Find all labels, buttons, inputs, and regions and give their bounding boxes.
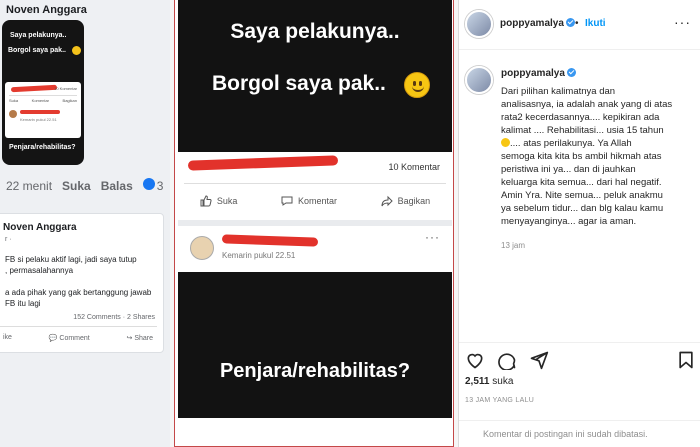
post-counts[interactable]: 152 Comments · 2 Shares (73, 314, 155, 321)
reply-link[interactable]: Balas (101, 179, 133, 193)
story-line1: Saya pelakunya.. (230, 20, 400, 43)
mini-story-line2: Borgol saya pak.. (8, 47, 66, 54)
like-button[interactable]: Suka (200, 195, 237, 207)
mini-post-time: Kemarin pukul 22.51 (20, 117, 57, 122)
mini-story-line3: Penjara/rehabilitas? (9, 144, 76, 151)
instagram-side-panel: poppyamalya • Ikuti ··· poppyamalya Dari… (458, 0, 700, 447)
bookmark-icon[interactable] (676, 350, 696, 370)
post-header: poppyamalya • Ikuti ··· (459, 0, 700, 50)
mini-story-preview: Saya pelakunya.. Borgol saya pak.. 10 Ko… (2, 20, 84, 165)
post-text: FB si pelaku aktif lagi, jadi saya tutup… (5, 255, 152, 308)
story-image-bottom: Penjara/rehabilitas? (178, 272, 452, 418)
caption-avatar[interactable] (465, 66, 493, 94)
redaction-scribble (20, 110, 60, 114)
story-author-name: Noven Anggara (6, 4, 87, 16)
like-button[interactable]: ike (3, 334, 12, 342)
story-image-top: Saya pelakunya.. Borgol saya pak.. (178, 0, 452, 152)
caption-text: Dari pilihan kalimatnya dan analisasnya,… (501, 86, 673, 227)
follow-button[interactable]: Ikuti (585, 18, 606, 29)
verified-badge-icon (566, 68, 576, 77)
username-link[interactable]: poppyamalya (500, 18, 575, 29)
comment-meta: 22 menit Suka Balas 3 (6, 178, 163, 193)
verified-badge-icon (565, 18, 575, 27)
thumbs-up-icon (200, 195, 212, 207)
avatar[interactable] (190, 236, 214, 260)
post-subtitle: r · (5, 236, 12, 243)
story-text: Penjara/rehabilitas? (219, 360, 411, 382)
smile-emoji-icon (72, 46, 81, 55)
mini-story-card: 10 Komentar Suka Komentar Bagikan Kemari… (5, 82, 81, 138)
fb-post-header: 10 Komentar (178, 152, 452, 182)
comment-icon[interactable] (497, 350, 517, 370)
post-time[interactable]: Kemarin pukul 22.51 (222, 251, 295, 260)
post-timestamp: 13 JAM YANG LALU (465, 397, 535, 404)
story-line2: Borgol saya pak.. (212, 72, 386, 95)
like-link[interactable]: Suka (62, 179, 91, 193)
mini-like-label: Suka (9, 98, 19, 103)
like-reaction-icon (142, 178, 155, 190)
facebook-post-card: Noven Anggara r · FB si pelaku aktif lag… (0, 213, 164, 353)
mini-komentar-count: 10 Komentar (54, 86, 77, 91)
likes-count[interactable]: 2,511 suka (465, 376, 513, 387)
mini-story-line1: Saya pelakunya.. (10, 32, 67, 39)
heart-icon[interactable] (465, 350, 485, 370)
avatar (9, 110, 17, 118)
comment-time: 22 menit (6, 178, 53, 193)
fb-post-header-2: Kemarin pukul 22.51 ··· (178, 226, 452, 272)
avatar[interactable] (465, 10, 493, 38)
divider (184, 183, 446, 184)
mini-share-label: Bagikan (62, 98, 77, 103)
post-image: Saya pelakunya.. Borgol saya pak.. 10 Ko… (170, 0, 458, 447)
comment-button[interactable]: 💬 Comment (49, 334, 90, 342)
reaction-count: 3 (142, 178, 163, 193)
share-button[interactable]: ↪ Share (127, 334, 154, 342)
caption-username[interactable]: poppyamalya (501, 68, 576, 79)
comments-limited-notice: Komentar di postingan ini sudah dibatasi… (483, 429, 648, 439)
smile-emoji-icon (501, 138, 510, 147)
divider (9, 95, 77, 96)
smile-emoji-icon (404, 72, 430, 98)
more-options-icon[interactable]: ··· (674, 14, 691, 30)
comment-button[interactable]: Komentar (281, 195, 337, 207)
caption-time: 13 jam (501, 241, 526, 250)
comment-area: Komentar di postingan ini sudah dibatasi… (459, 420, 700, 447)
divider (0, 326, 157, 327)
separator-dot: • (575, 18, 579, 29)
komentar-count[interactable]: 10 Komentar (388, 162, 440, 172)
redaction-scribble (221, 234, 319, 247)
more-options-icon[interactable]: ··· (425, 230, 440, 244)
post-actions: ike 💬 Comment ↪ Share (3, 334, 153, 342)
mini-actions: Suka Komentar Bagikan (9, 98, 77, 103)
share-icon[interactable] (529, 350, 549, 370)
left-collage: Noven Anggara Saya pelakunya.. Borgol sa… (0, 0, 170, 447)
fb-action-bar: Suka Komentar Bagikan (178, 190, 452, 212)
share-button[interactable]: Bagikan (381, 195, 430, 207)
redaction-scribble (187, 155, 339, 171)
post-author[interactable]: Noven Anggara (3, 222, 77, 233)
share-arrow-icon (381, 195, 393, 207)
divider (459, 342, 700, 343)
comment-bubble-icon (281, 196, 293, 206)
action-icons (465, 350, 549, 370)
mini-comment-label: Komentar (31, 98, 49, 103)
redaction-scribble (10, 84, 58, 93)
